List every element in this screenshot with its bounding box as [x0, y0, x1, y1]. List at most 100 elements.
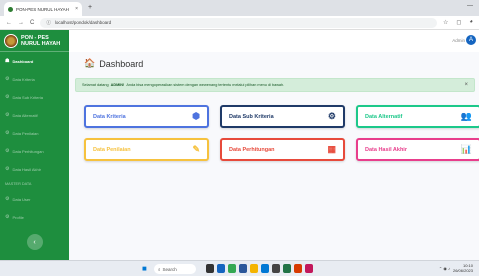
sidebar-item-dashboard[interactable]: ☗ Dashboard: [0, 52, 69, 70]
gear-icon: ⚙: [5, 94, 10, 100]
chart-icon: 📊: [460, 144, 472, 154]
alert-text-post: Anda bisa mengoperasikan sistem dengan w…: [126, 83, 285, 87]
calculator-icon: ▦: [327, 144, 336, 154]
gear-icon: ⚙: [5, 76, 10, 82]
user-name[interactable]: Admin: [452, 38, 465, 43]
brand-text: PON - PES NURUL HAYAH: [21, 35, 60, 47]
gear-icon: ⚙: [5, 130, 10, 136]
browser-toolbar: ← → C ⓘ localhost/pondok/dashboard ☆ ◻ ◕: [0, 16, 479, 30]
page-title-text: Dashboard: [99, 58, 144, 69]
sidebar-item-data-hasil-akhir[interactable]: ⚙ Data Hasil Akhir: [0, 160, 69, 178]
sidebar-item-label: Data User: [12, 196, 31, 202]
card-data-alternatif[interactable]: Data Alternatif 👥: [356, 105, 479, 128]
taskbar-apps: [206, 264, 313, 273]
tray-icons[interactable]: ⌃ ◉ ♪: [439, 266, 450, 271]
dashboard-icon: ☗: [5, 58, 10, 64]
card-data-sub-kriteria[interactable]: Data Sub Kriteria ⚙: [220, 105, 345, 128]
sidebar-item-data-perhitungan[interactable]: ⚙ Data Perhitungan: [0, 142, 69, 160]
sidebar-item-label: Data Alternatif: [12, 112, 38, 118]
card-label: Data Penilaian: [93, 146, 131, 153]
info-icon: ⓘ: [46, 19, 51, 25]
sidebar-item-data-alternatif[interactable]: ⚙ Data Alternatif: [0, 106, 69, 124]
reload-icon[interactable]: C: [30, 20, 34, 26]
taskbar-search[interactable]: ⌕ Search: [154, 264, 196, 274]
browser-tab-title: PON-PES NURUL HAYAH: [16, 6, 69, 12]
gear-icon: ⚙: [5, 148, 10, 154]
cogs-icon: ⚙: [327, 111, 336, 121]
folder-icon[interactable]: [250, 264, 258, 273]
sidebar-item-data-penilaian[interactable]: ⚙ Data Penilaian: [0, 124, 69, 142]
store-icon[interactable]: [261, 264, 269, 273]
card-data-kriteria[interactable]: Data Kriteria ⬢: [84, 105, 209, 128]
sidebar-item-label: Data Penilaian: [12, 130, 39, 136]
app2-icon[interactable]: [305, 264, 313, 273]
terminal-icon[interactable]: [272, 264, 280, 273]
card-data-penilaian[interactable]: Data Penilaian ✎: [84, 138, 209, 161]
welcome-alert: Selamat datang ADMIN! Anda bisa mengoper…: [75, 78, 475, 92]
system-tray: ⌃ ◉ ♪ 10:10 26/06/2023: [439, 263, 473, 273]
gear-icon: ⚙: [5, 196, 10, 202]
os-taskbar: ■ ⌕ Search ⌃ ◉ ♪ 10:10 26/06/2023: [0, 260, 479, 276]
back-icon[interactable]: ←: [6, 20, 12, 26]
sidebar-heading: MASTER DATA: [5, 182, 32, 186]
profile-icon[interactable]: ◕: [469, 19, 473, 26]
clock-date: 26/06/2023: [452, 268, 473, 273]
sidebar-item-label: Profile: [12, 214, 24, 220]
excel-icon[interactable]: [283, 264, 291, 273]
sidebar-item-label: Data Kriteria: [12, 76, 35, 82]
page: PON-PES NURUL HAYAH × + — ← → C ⓘ localh…: [0, 0, 479, 276]
chrome-icon[interactable]: [228, 264, 236, 273]
main-content: 🏠 Dashboard Selamat datang ADMIN! Anda b…: [69, 52, 479, 260]
page-title: 🏠 Dashboard: [84, 58, 143, 69]
clock[interactable]: 10:10 26/06/2023: [453, 263, 473, 273]
sidebar-item-data-kriteria[interactable]: ⚙ Data Kriteria: [0, 70, 69, 88]
card-data-hasil-akhir[interactable]: Data Hasil Akhir 📊: [356, 138, 479, 161]
browser-tab[interactable]: PON-PES NURUL HAYAH ×: [4, 2, 82, 16]
favicon-icon: [8, 6, 13, 12]
sidebar-item-label: Data Perhitungan: [12, 148, 44, 154]
sidebar: PON - PES NURUL HAYAH ☗ Dashboard ⚙ Data…: [0, 30, 69, 260]
url-text: localhost/pondok/dashboard: [54, 20, 112, 25]
logo: [4, 33, 18, 48]
gear-icon: ⚙: [5, 214, 10, 220]
sidebar-item-label: Data Sub Kriteria: [12, 94, 43, 100]
edge-icon[interactable]: [217, 264, 225, 273]
cube-icon: ⬢: [192, 111, 200, 121]
alert-text-pre: Selamat datang: [82, 83, 109, 87]
users-icon: 👥: [460, 111, 472, 121]
alert-user: ADMIN!: [110, 83, 125, 87]
card-label: Data Sub Kriteria: [229, 113, 274, 120]
card-label: Data Perhitungan: [229, 146, 275, 153]
address-bar[interactable]: ⓘ localhost/pondok/dashboard: [40, 17, 437, 28]
sidebar-item-data-user[interactable]: ⚙ Data User: [0, 190, 69, 208]
topbar: Admin A: [69, 30, 479, 52]
bookmark-star-icon[interactable]: ☆: [443, 19, 448, 26]
sidebar-item-data-sub-kriteria[interactable]: ⚙ Data Sub Kriteria: [0, 88, 69, 106]
search-icon: ⌕: [158, 266, 161, 272]
browser-actions: ☆ ◻ ◕: [443, 19, 473, 26]
browser-tabbar: PON-PES NURUL HAYAH × + —: [0, 0, 479, 16]
card-label: Data Alternatif: [365, 113, 403, 120]
alert-close-icon[interactable]: ×: [464, 82, 468, 88]
new-tab-button[interactable]: +: [88, 4, 92, 11]
card-label: Data Hasil Akhir: [365, 146, 407, 153]
taskview-icon[interactable]: [206, 264, 214, 273]
windows-start-icon[interactable]: ■: [142, 264, 147, 273]
powerpoint-icon[interactable]: [294, 264, 302, 273]
brand-line2: NURUL HAYAH: [21, 40, 61, 47]
user-avatar[interactable]: A: [466, 35, 476, 45]
sidebar-brand[interactable]: PON - PES NURUL HAYAH: [0, 30, 69, 52]
sidebar-item-label: Data Hasil Akhir: [12, 166, 41, 172]
card-label: Data Kriteria: [93, 113, 126, 120]
forward-icon[interactable]: →: [18, 20, 24, 26]
extensions-icon[interactable]: ◻: [456, 19, 461, 26]
gear-icon: ⚙: [5, 166, 10, 172]
sidebar-item-label: Dashboard: [12, 58, 34, 64]
tab-close-icon[interactable]: ×: [75, 6, 78, 12]
sidebar-toggle-button[interactable]: ‹: [26, 234, 43, 250]
card-data-perhitungan[interactable]: Data Perhitungan ▦: [220, 138, 345, 161]
sidebar-item-profile[interactable]: ⚙ Profile: [0, 208, 69, 226]
edit-icon: ✎: [192, 144, 200, 154]
window-minimize-button[interactable]: —: [467, 3, 473, 9]
app-icon[interactable]: [239, 264, 247, 273]
